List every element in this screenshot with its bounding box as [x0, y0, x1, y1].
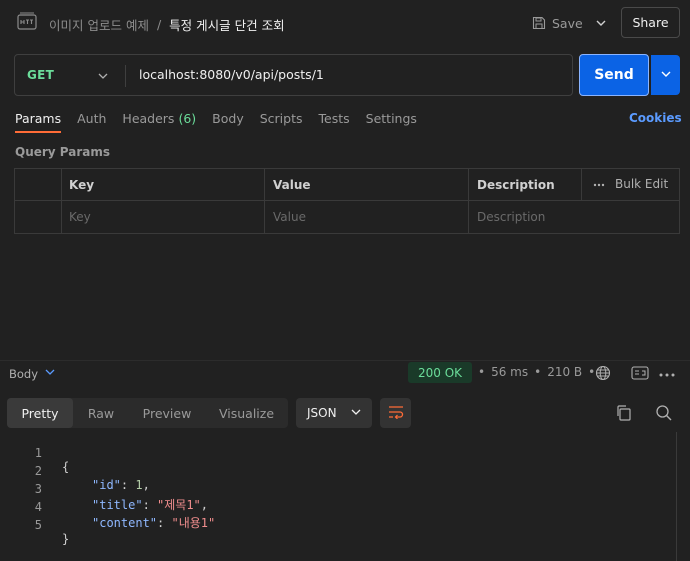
breadcrumb-separator: / [156, 17, 162, 32]
response-meta: • 56 ms • 210 B • [478, 365, 595, 379]
code-line: 4 "content": "내용1" [34, 500, 216, 530]
status-badge[interactable]: 200 OK [408, 362, 473, 383]
response-size[interactable]: 210 B [547, 365, 582, 379]
tab-headers[interactable]: Headers (6) [122, 111, 196, 133]
dot-separator: • [478, 365, 486, 379]
value-input[interactable]: Value [273, 210, 306, 224]
send-options-button[interactable] [651, 55, 680, 95]
code-line: 5 } [34, 518, 70, 546]
view-tab-preview[interactable]: Preview [129, 398, 205, 428]
wrap-icon [388, 405, 404, 422]
value-header: Value [273, 178, 311, 192]
description-input[interactable]: Description [477, 210, 545, 224]
search-icon[interactable] [655, 404, 673, 425]
chevron-down-icon[interactable] [595, 17, 607, 32]
http-icon [16, 11, 38, 33]
breadcrumb: 이미지 업로드 예제 / 특정 게시글 단건 조회 [49, 15, 285, 34]
copy-icon[interactable] [615, 404, 633, 425]
format-select[interactable]: JSON [296, 398, 372, 428]
send-button[interactable]: Send [579, 54, 649, 96]
breadcrumb-parent[interactable]: 이미지 업로드 예제 [49, 15, 149, 34]
code-line: 3 "title": "제목1", [34, 482, 209, 512]
save-button[interactable]: Save [532, 13, 583, 33]
key-input[interactable]: Key [69, 210, 91, 224]
globe-icon[interactable] [595, 365, 611, 384]
url-bar: GET localhost:8080/v0/api/posts/1 [14, 54, 573, 96]
chevron-down-icon[interactable] [97, 70, 109, 85]
table-row: Key Value Description [15, 202, 679, 234]
request-title[interactable]: 특정 게시글 단건 조회 [169, 15, 284, 34]
method-select[interactable]: GET [27, 68, 54, 82]
view-tab-pretty[interactable]: Pretty [7, 398, 73, 428]
request-tabs: Params Auth Headers (6) Body Scripts Tes… [15, 111, 417, 133]
chevron-down-icon [660, 68, 672, 83]
more-horizontal-icon [593, 177, 605, 191]
chevron-down-icon [44, 366, 56, 381]
params-table: Key Value Description Bulk Edit Key Valu… [14, 168, 680, 234]
share-button[interactable]: Share [621, 7, 680, 38]
save-label: Save [552, 15, 583, 31]
chevron-down-icon [350, 406, 362, 421]
key-header: Key [69, 178, 95, 192]
code-line: 2 "id": 1, [34, 464, 150, 492]
table-header-row: Key Value Description Bulk Edit [15, 169, 679, 201]
response-body-dropdown[interactable]: Body [9, 366, 56, 381]
save-example-icon[interactable] [631, 366, 649, 383]
save-icon [532, 16, 546, 30]
response-time[interactable]: 56 ms [491, 365, 528, 379]
scrollbar[interactable] [676, 432, 677, 561]
query-params-title: Query Params [15, 145, 111, 159]
more-options-icon[interactable] [658, 366, 676, 382]
response-divider [0, 360, 690, 361]
view-tab-visualize[interactable]: Visualize [205, 398, 288, 428]
dot-separator: • [534, 365, 542, 379]
tab-params[interactable]: Params [15, 111, 62, 133]
url-divider [125, 65, 126, 87]
code-line: 1 { [34, 446, 70, 474]
tab-auth[interactable]: Auth [77, 111, 106, 133]
tab-tests[interactable]: Tests [319, 111, 350, 133]
tab-scripts[interactable]: Scripts [260, 111, 303, 133]
wrap-lines-button[interactable] [380, 398, 411, 428]
url-input[interactable]: localhost:8080/v0/api/posts/1 [139, 67, 324, 82]
bulk-edit-button[interactable]: Bulk Edit [593, 177, 668, 191]
tab-body[interactable]: Body [212, 111, 244, 133]
description-header: Description [477, 178, 555, 192]
response-view-tabs: Pretty Raw Preview Visualize [7, 398, 288, 428]
tab-settings[interactable]: Settings [366, 111, 417, 133]
cookies-link[interactable]: Cookies [629, 111, 682, 125]
headers-count: (6) [178, 111, 197, 126]
view-tab-raw[interactable]: Raw [73, 398, 129, 428]
